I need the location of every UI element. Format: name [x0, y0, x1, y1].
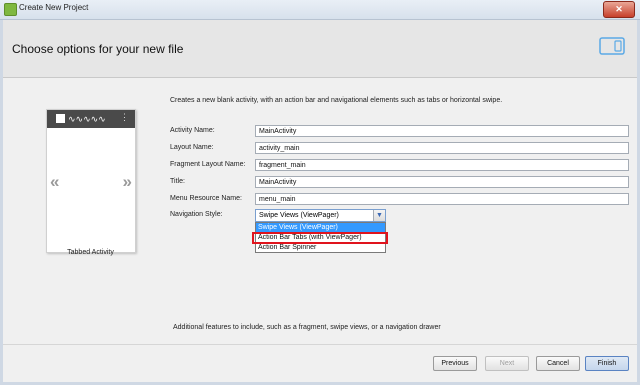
- chevron-down-icon[interactable]: ▼: [373, 210, 385, 221]
- navigation-style-value: Swipe Views (ViewPager): [259, 212, 339, 219]
- annotation-highlight: [252, 232, 388, 244]
- preview-label: Tabbed Activity: [67, 249, 114, 256]
- close-button[interactable]: ✕: [603, 1, 635, 18]
- window-title: Create New Project: [19, 3, 89, 12]
- additional-features-description: Additional features to include, such as …: [173, 324, 441, 331]
- chevron-right-icon: »: [122, 172, 132, 191]
- dialog-header: Choose options for your new file: [3, 20, 637, 78]
- preview-action-bar: ∿∿∿∿∿ ⋮: [47, 110, 135, 128]
- preview-title-wave: ∿∿∿∿∿: [68, 114, 106, 124]
- chevron-left-icon: «: [50, 172, 60, 191]
- fragment-layout-name-label: Fragment Layout Name:: [170, 161, 246, 168]
- template-description: Creates a new blank activity, with an ac…: [170, 97, 503, 104]
- footer-divider: [3, 344, 637, 345]
- overflow-menu-icon: ⋮: [120, 112, 129, 122]
- activity-preview: ∿∿∿∿∿ ⋮ « »: [46, 109, 136, 253]
- layout-name-field[interactable]: activity_main: [255, 142, 629, 154]
- page-title: Choose options for your new file: [12, 42, 184, 56]
- fragment-layout-name-field[interactable]: fragment_main: [255, 159, 629, 171]
- finish-button[interactable]: Finish: [585, 356, 629, 371]
- navigation-style-select[interactable]: Swipe Views (ViewPager) ▼: [255, 209, 386, 222]
- cancel-button[interactable]: Cancel: [536, 356, 580, 371]
- preview-app-icon: [56, 114, 65, 123]
- dialog-content: Choose options for your new file ∿∿∿∿∿ ⋮…: [3, 20, 637, 382]
- menu-resource-name-field[interactable]: menu_main: [255, 193, 629, 205]
- title-bar: Create New Project ✕: [0, 0, 640, 20]
- tablet-icon: [599, 37, 625, 55]
- create-project-window: Create New Project ✕ Choose options for …: [0, 0, 640, 385]
- layout-name-label: Layout Name:: [170, 144, 214, 151]
- dropdown-option-swipe-views[interactable]: Swipe Views (ViewPager): [256, 223, 385, 232]
- activity-name-field[interactable]: MainActivity: [255, 125, 629, 137]
- next-button[interactable]: Next: [485, 356, 529, 371]
- android-studio-icon: [4, 3, 17, 16]
- activity-name-label: Activity Name:: [170, 127, 215, 134]
- navigation-style-label: Navigation Style:: [170, 211, 223, 218]
- title-field[interactable]: MainActivity: [255, 176, 629, 188]
- title-label: Title:: [170, 178, 185, 185]
- previous-button[interactable]: Previous: [433, 356, 477, 371]
- menu-resource-name-label: Menu Resource Name:: [170, 195, 242, 202]
- dropdown-option-action-bar-spinner[interactable]: Action Bar Spinner: [256, 243, 385, 252]
